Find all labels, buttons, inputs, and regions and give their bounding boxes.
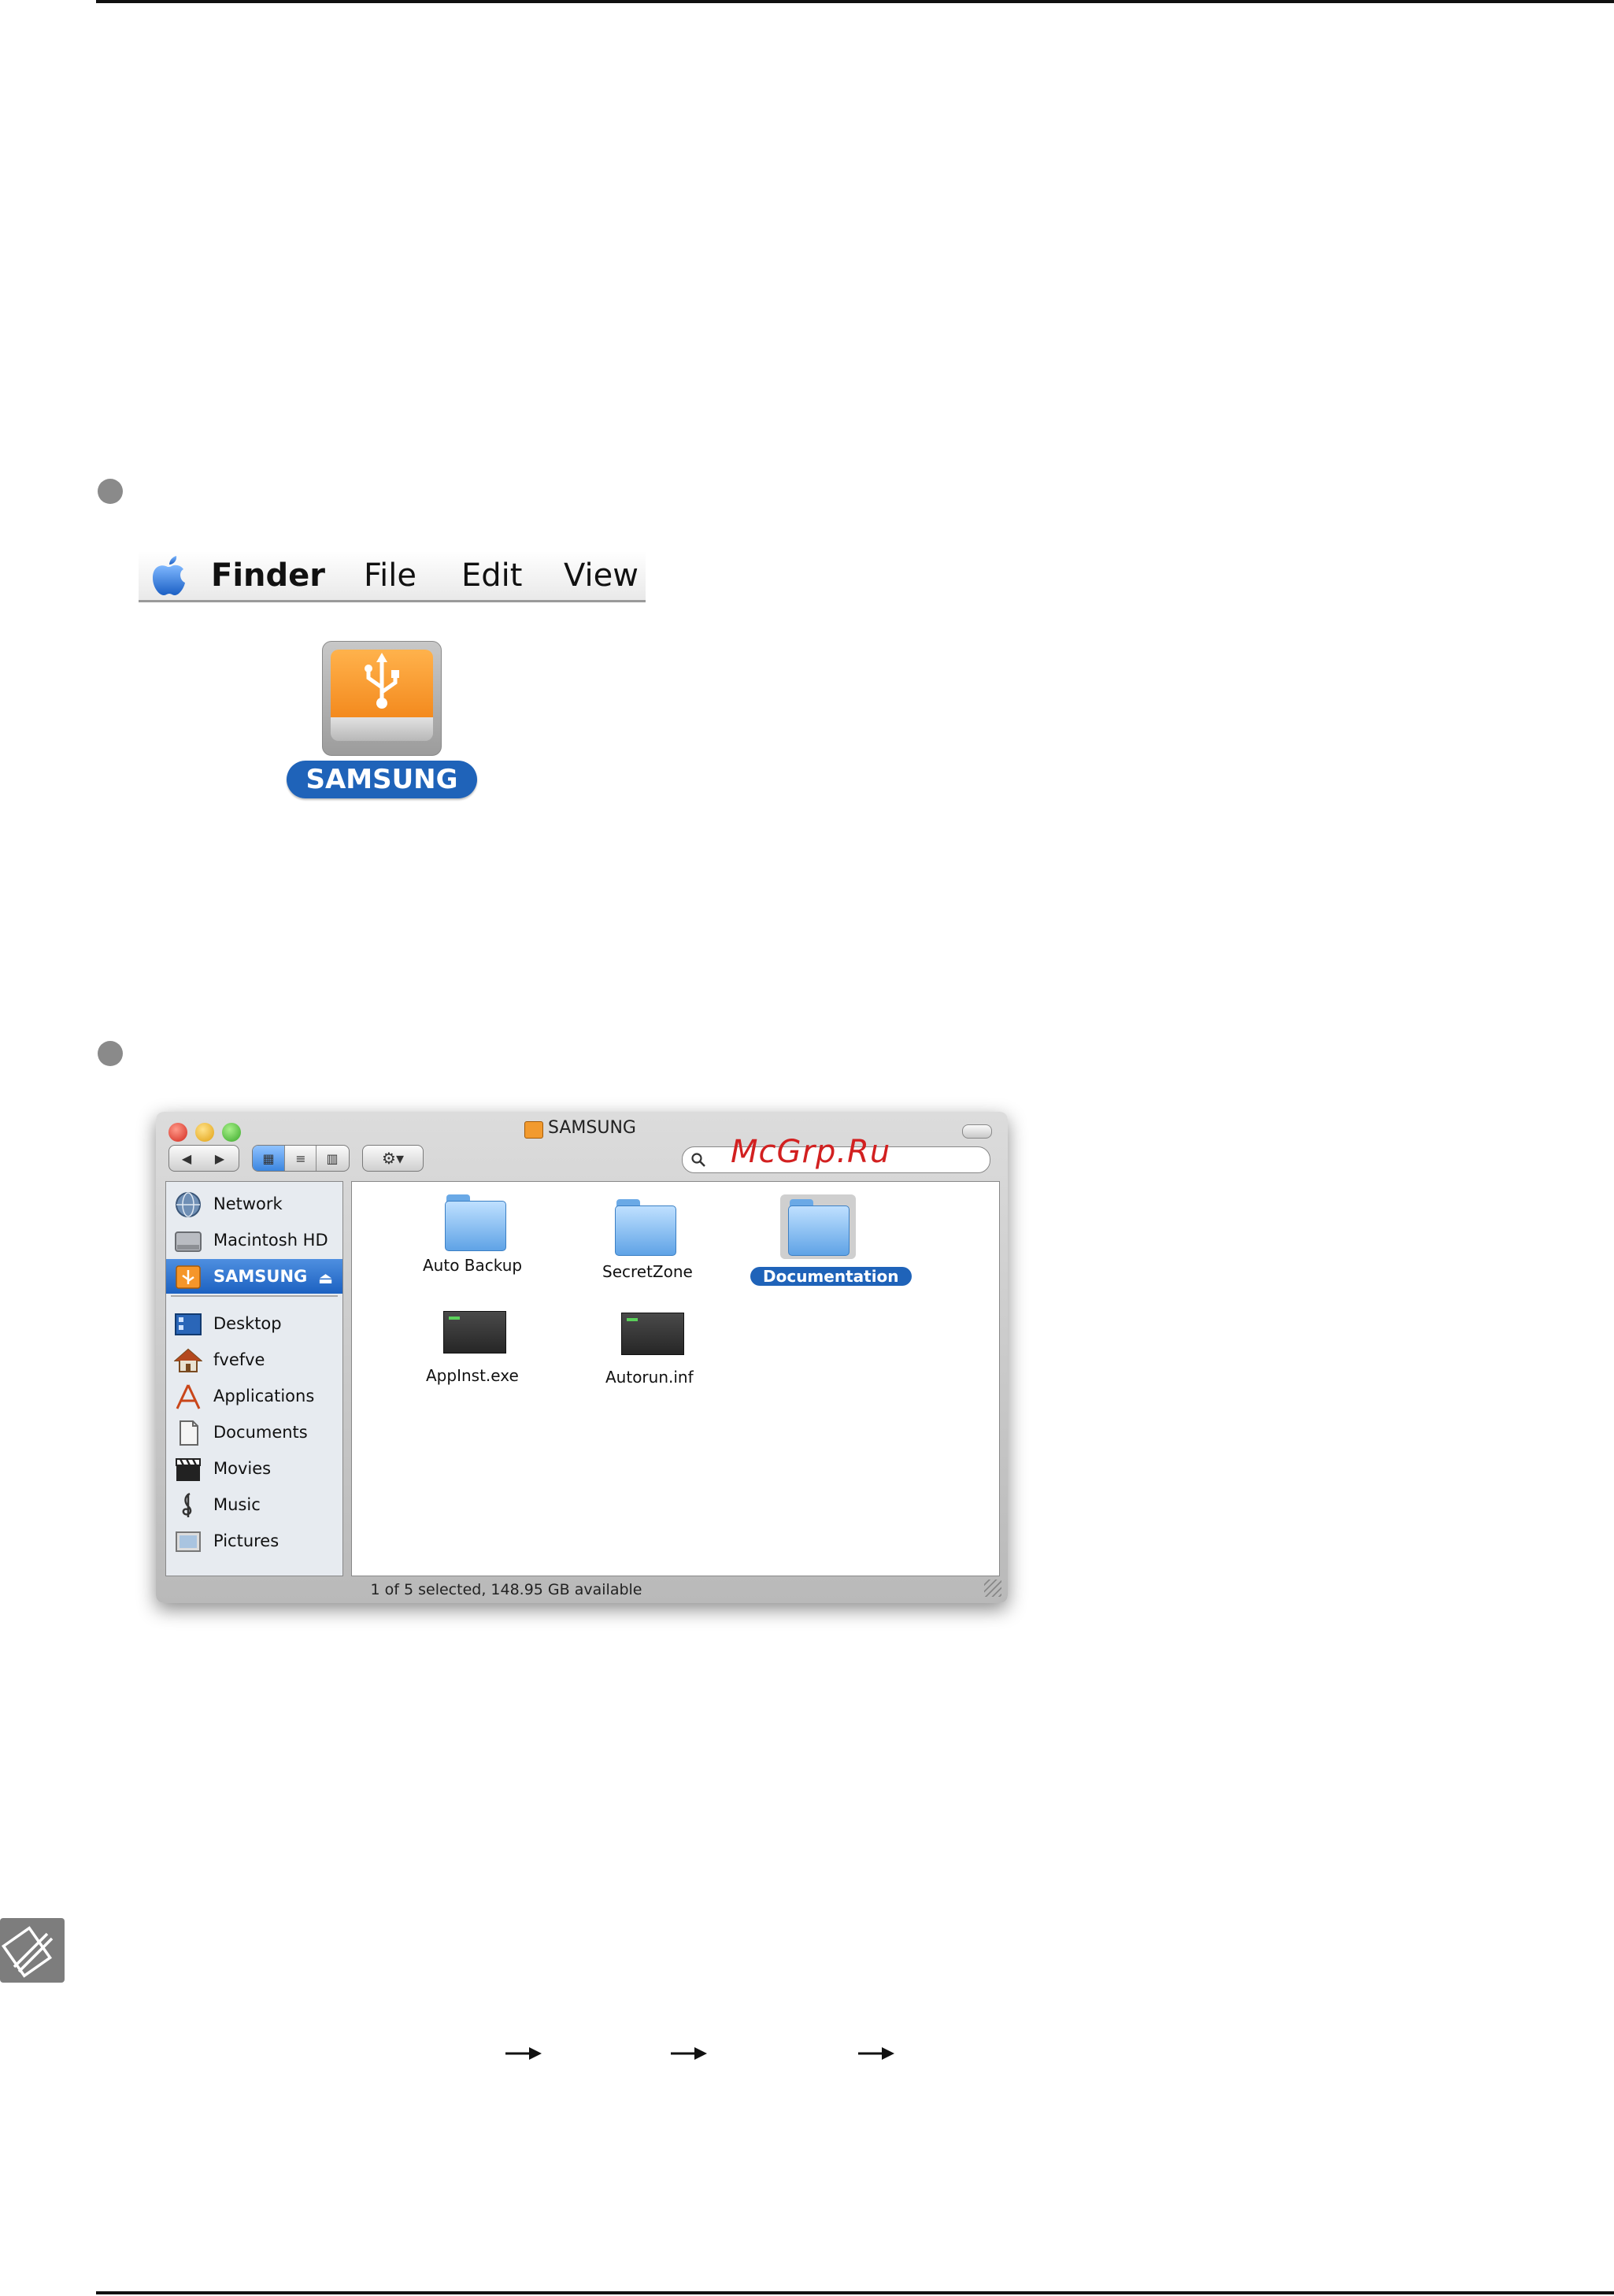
sidebar-resize-handle[interactable]	[342, 1181, 350, 1575]
executable-icon	[443, 1311, 506, 1354]
pictures-icon	[176, 1531, 201, 1552]
sidebar-item-label: Pictures	[213, 1531, 279, 1550]
sidebar-item-samsung[interactable]: SAMSUNG ⏏	[166, 1259, 342, 1294]
finder-window: SAMSUNG ◀ ▶ ▦ ≡ ▥ ⚙▾ McGrp.Ru Network Ma…	[156, 1112, 1008, 1603]
desktop-icon	[175, 1313, 202, 1335]
window-title: SAMSUNG	[548, 1118, 636, 1138]
sidebar-item-movies[interactable]: Movies	[166, 1451, 342, 1486]
file-name: Autorun.inf	[605, 1368, 694, 1387]
folder-icon	[615, 1199, 676, 1256]
icon-view-icon[interactable]: ▦	[253, 1146, 284, 1171]
toolbar-toggle-button[interactable]	[962, 1124, 992, 1139]
usb-drive-icon[interactable]	[322, 641, 442, 756]
menu-view[interactable]: View	[564, 554, 639, 597]
finder-sidebar: Network Macintosh HD SAMSUNG ⏏ Desktop f…	[165, 1181, 343, 1576]
sidebar-item-desktop[interactable]: Desktop	[166, 1306, 342, 1341]
back-forward-control[interactable]: ◀ ▶	[168, 1145, 239, 1172]
action-menu-button[interactable]: ⚙▾	[362, 1145, 424, 1172]
file-name: SecretZone	[602, 1262, 693, 1281]
note-pencil-icon	[0, 1918, 65, 1983]
apple-logo-icon[interactable]	[148, 556, 187, 597]
folder-icon	[445, 1194, 506, 1251]
usb-drive-icon	[176, 1265, 201, 1289]
list-view-icon[interactable]: ≡	[284, 1146, 317, 1171]
file-name: Auto Backup	[423, 1256, 523, 1275]
applications-icon	[176, 1384, 201, 1409]
sidebar-item-label: Desktop	[213, 1314, 282, 1333]
file-name: Documentation	[750, 1267, 912, 1286]
sidebar-item-label: Music	[213, 1495, 261, 1514]
sidebar-item-macintosh-hd[interactable]: Macintosh HD	[166, 1223, 342, 1257]
arrow-right-icon	[671, 2047, 707, 2060]
bottom-rule	[96, 2291, 1614, 2294]
minimize-button[interactable]	[195, 1123, 214, 1142]
documents-icon	[180, 1420, 198, 1446]
status-bar: 1 of 5 selected, 148.95 GB available	[156, 1578, 1008, 1602]
arrow-right-icon	[858, 2047, 894, 2060]
desktop-drive-label[interactable]: SAMSUNG	[287, 761, 477, 798]
executable-icon	[621, 1313, 684, 1355]
network-globe-icon	[176, 1192, 201, 1217]
file-name: AppInst.exe	[426, 1366, 519, 1385]
eject-icon[interactable]: ⏏	[318, 1268, 333, 1287]
sidebar-item-home[interactable]: fvefve	[166, 1342, 342, 1377]
hard-drive-icon	[175, 1231, 202, 1252]
view-switcher[interactable]: ▦ ≡ ▥	[252, 1145, 350, 1172]
search-icon	[691, 1153, 705, 1167]
column-view-icon[interactable]: ▥	[316, 1146, 348, 1171]
gear-icon: ⚙▾	[382, 1149, 404, 1168]
sidebar-item-pictures[interactable]: Pictures	[166, 1524, 342, 1558]
sidebar-item-network[interactable]: Network	[166, 1187, 342, 1221]
finder-menubar: Finder File Edit View	[139, 551, 646, 602]
sidebar-item-applications[interactable]: Applications	[166, 1379, 342, 1413]
sidebar-item-label: Macintosh HD	[213, 1231, 328, 1250]
back-arrow-icon[interactable]: ◀	[171, 1146, 202, 1171]
sidebar-item-music[interactable]: Music	[166, 1487, 342, 1522]
sidebar-item-label: Movies	[213, 1459, 272, 1478]
arrow-right-icon	[505, 2047, 542, 2060]
file-browser: Auto Backup SecretZone Documentation App…	[351, 1181, 1000, 1576]
drive-title-icon	[524, 1121, 543, 1139]
resize-grip[interactable]	[984, 1579, 1001, 1597]
step-bullet-1	[98, 479, 123, 504]
zoom-button[interactable]	[222, 1123, 241, 1142]
sidebar-item-label: Applications	[213, 1387, 315, 1405]
home-icon	[174, 1348, 202, 1372]
sidebar-divider	[171, 1295, 338, 1297]
watermark-text: McGrp.Ru	[731, 1134, 891, 1170]
sidebar-item-label: Documents	[213, 1423, 308, 1442]
step-bullet-2	[98, 1041, 123, 1066]
movies-clapper-icon	[176, 1458, 201, 1481]
close-button[interactable]	[168, 1123, 187, 1142]
menu-file[interactable]: File	[364, 554, 416, 597]
sidebar-item-documents[interactable]: Documents	[166, 1415, 342, 1450]
status-text: 1 of 5 selected, 148.95 GB available	[370, 1581, 642, 1598]
folder-icon	[788, 1199, 850, 1256]
sidebar-item-label: fvefve	[213, 1350, 265, 1369]
top-rule	[96, 0, 1614, 3]
menu-finder[interactable]: Finder	[211, 554, 325, 597]
menu-edit[interactable]: Edit	[461, 554, 522, 597]
sidebar-item-label: Network	[213, 1194, 283, 1213]
music-clef-icon	[182, 1492, 192, 1517]
forward-arrow-icon[interactable]: ▶	[204, 1146, 235, 1171]
sidebar-item-label: SAMSUNG	[213, 1267, 308, 1286]
